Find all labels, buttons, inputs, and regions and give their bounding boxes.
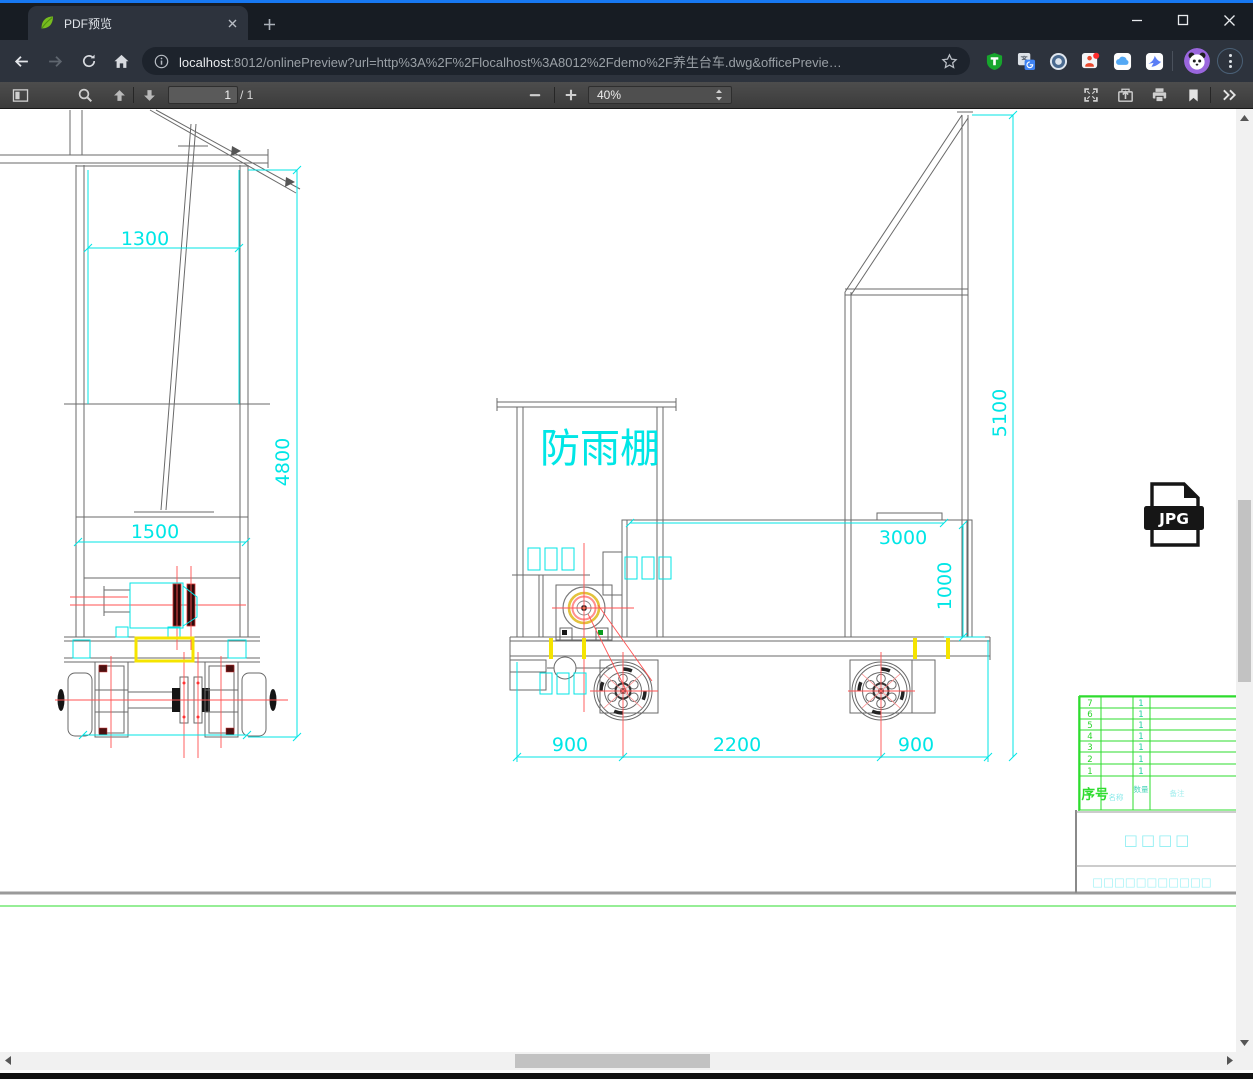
side-view-structure [496, 111, 991, 714]
window-bottom-edge [0, 1073, 1253, 1079]
url-path: :8012/onlinePreview?url=http%3A%2F%2Floc… [230, 54, 842, 70]
zoom-select[interactable]: 40% [588, 86, 732, 104]
tb-row-qty: 1 [1138, 767, 1143, 777]
label-rain-shelter: 防雨棚 [540, 426, 660, 472]
toolbar-separator [554, 87, 555, 103]
tb-row-no: 2 [1087, 755, 1092, 765]
fullscreen-icon[interactable] [1080, 85, 1102, 105]
page-count-label: / 1 [240, 88, 254, 102]
dim-left-span: 900 [552, 734, 588, 756]
tb-header-name: 名称 [1109, 792, 1125, 802]
side-view-centerlines [552, 543, 915, 758]
tb-header-qty: 数量 [1134, 784, 1150, 794]
title-block: 7 6 5 4 3 2 1 1 1 1 1 1 1 1 序号 名称 数量 备注 [1076, 695, 1236, 889]
dim-right-span: 900 [898, 734, 934, 756]
tb-row-qty: 1 [1138, 710, 1143, 720]
scroll-up-icon[interactable] [1240, 115, 1249, 121]
profile-avatar[interactable] [1184, 48, 1210, 74]
info-icon[interactable] [154, 54, 169, 69]
toolbar-separator [133, 87, 134, 103]
browser-toolbar: localhost:8012/onlinePreview?url=http%3A… [0, 40, 1253, 82]
reload-button[interactable] [76, 48, 102, 74]
scroll-left-icon[interactable] [5, 1056, 11, 1065]
url-host: localhost [179, 54, 231, 70]
tb-row-no: 5 [1087, 721, 1092, 731]
scroll-right-icon[interactable] [1227, 1056, 1233, 1065]
dim-tank-width: 3000 [879, 527, 927, 549]
shield-t-icon[interactable] [983, 50, 1005, 72]
sidebar-toggle-icon[interactable] [9, 85, 31, 105]
maximize-button[interactable] [1168, 8, 1198, 32]
pdf-page-view[interactable]: 1300 4800 1500 防雨棚 3000 1000 5100 900 22… [0, 109, 1253, 1079]
front-view-structure [0, 109, 301, 738]
jpg-file-icon[interactable]: JPG [1144, 482, 1204, 547]
vertical-scroll-thumb[interactable] [1238, 500, 1251, 682]
vertical-scrollbar[interactable] [1236, 109, 1253, 1052]
dim-side-height: 5100 [989, 389, 1011, 437]
scroll-down-icon[interactable] [1240, 1040, 1249, 1046]
tb-row-qty: 1 [1138, 732, 1143, 742]
tb-row-no: 4 [1087, 732, 1092, 742]
dim-front-height: 4800 [272, 438, 294, 486]
back-button[interactable] [8, 48, 34, 74]
dim-front-inner: 1500 [131, 521, 179, 543]
horizontal-scrollbar[interactable] [0, 1052, 1253, 1070]
home-button[interactable] [108, 48, 134, 74]
tab-title: PDF预览 [64, 16, 113, 31]
minimize-button[interactable] [1122, 8, 1152, 32]
spring-leaf-icon [41, 16, 53, 29]
horizontal-scroll-thumb[interactable] [515, 1054, 710, 1068]
side-view-dimensions: 防雨棚 3000 1000 5100 900 2200 900 [512, 110, 1018, 762]
zoom-in-icon[interactable] [560, 85, 582, 105]
tools-chevron-icon[interactable] [1218, 85, 1240, 105]
page-up-icon[interactable] [108, 85, 130, 105]
tb-title: □□□□ [1124, 831, 1193, 849]
open-file-icon[interactable] [1114, 85, 1136, 105]
tb-row-qty: 1 [1138, 743, 1143, 753]
zoom-value: 40% [597, 88, 622, 102]
dim-mid-span: 2200 [713, 734, 761, 756]
tb-row-no: 7 [1087, 699, 1092, 709]
select-spinner-icon [716, 89, 722, 101]
zoom-out-icon[interactable] [524, 85, 546, 105]
print-icon[interactable] [1148, 85, 1170, 105]
front-view-dimensions: 1300 4800 1500 [72, 165, 302, 742]
search-icon[interactable] [74, 85, 96, 105]
cad-drawing: 1300 4800 1500 防雨棚 3000 1000 5100 900 22… [0, 109, 1236, 907]
sheet-border [0, 810, 1236, 907]
dim-tank-height: 1000 [934, 562, 956, 610]
tab-close-icon[interactable] [224, 15, 240, 31]
close-window-button[interactable] [1214, 8, 1244, 32]
tb-header-no: 序号 [1082, 786, 1109, 803]
forward-button[interactable] [42, 48, 68, 74]
new-tab-button[interactable] [258, 13, 280, 35]
bird-icon[interactable] [1143, 50, 1165, 72]
tb-header-note: 备注 [1170, 788, 1186, 798]
titlebar: PDF预览 [0, 3, 1253, 40]
tb-row-qty: 1 [1138, 699, 1143, 709]
tb-subtitle: □□□□□□□□□□□ [1092, 875, 1212, 889]
browser-tab[interactable]: PDF预览 [28, 6, 248, 40]
tb-row-no: 1 [1087, 767, 1092, 777]
jpg-badge-label: JPG [1158, 510, 1189, 528]
toolbar-separator [1210, 87, 1211, 103]
tb-row-no: 6 [1087, 710, 1092, 720]
pdf-toolbar: / 1 40% [0, 82, 1253, 109]
address-bar[interactable]: localhost:8012/onlinePreview?url=http%3A… [142, 47, 970, 75]
cloud-icon[interactable] [1111, 50, 1133, 72]
toolbar-separator [1172, 51, 1173, 71]
dim-front-width: 1300 [121, 228, 169, 250]
tb-row-no: 3 [1087, 743, 1092, 753]
translate-icon[interactable] [1015, 50, 1037, 72]
red-network-icon[interactable] [1079, 50, 1101, 72]
ring-icon[interactable] [1047, 50, 1069, 72]
page-down-icon[interactable] [138, 85, 160, 105]
star-icon[interactable] [941, 52, 958, 70]
tb-row-qty: 1 [1138, 755, 1143, 765]
url-text[interactable]: localhost:8012/onlinePreview?url=http%3A… [179, 52, 941, 71]
kebab-menu-icon[interactable] [1217, 48, 1243, 74]
page-number-input[interactable] [168, 86, 238, 104]
bookmark-icon[interactable] [1182, 85, 1204, 105]
tb-row-qty: 1 [1138, 721, 1143, 731]
